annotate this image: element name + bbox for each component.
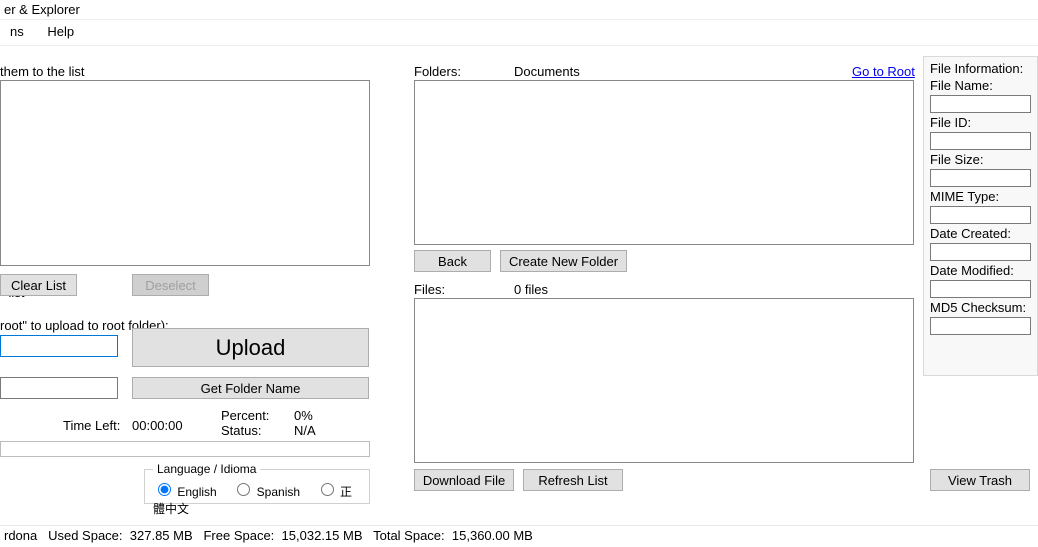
- status-used-value: 327.85 MB: [130, 528, 193, 543]
- status-user: rdona: [4, 528, 37, 543]
- time-left-label: Time Left:: [63, 418, 120, 433]
- language-group: Language / Idioma English Spanish 正體中文: [144, 462, 370, 504]
- md5-label: MD5 Checksum:: [930, 300, 1031, 315]
- language-legend: Language / Idioma: [153, 462, 260, 476]
- window-title: er & Explorer: [4, 2, 80, 17]
- file-id-value[interactable]: [930, 132, 1031, 150]
- file-size-label: File Size:: [930, 152, 1031, 167]
- refresh-list-button[interactable]: Refresh List: [523, 469, 623, 491]
- status-used-label: Used Space:: [48, 528, 122, 543]
- get-folder-name-button[interactable]: Get Folder Name: [132, 377, 369, 399]
- folders-label: Folders:: [414, 64, 461, 79]
- target-folder-input[interactable]: [0, 335, 118, 357]
- deselect-button: Deselect: [132, 274, 209, 296]
- lang-spanish-radio[interactable]: Spanish: [232, 485, 300, 499]
- status-total-value: 15,360.00 MB: [452, 528, 533, 543]
- drop-files-hint: them to the list: [0, 64, 85, 79]
- lang-english-radio[interactable]: English: [153, 485, 217, 499]
- date-created-value[interactable]: [930, 243, 1031, 261]
- upload-file-list[interactable]: [0, 80, 370, 266]
- percent-value: 0%: [294, 408, 313, 423]
- mime-type-value[interactable]: [930, 206, 1031, 224]
- menu-bar: ns Help: [0, 20, 1038, 46]
- current-folder-name: Documents: [514, 64, 580, 79]
- upload-button[interactable]: Upload: [132, 328, 369, 367]
- md5-value[interactable]: [930, 317, 1031, 335]
- status-free-label: Free Space:: [203, 528, 274, 543]
- files-count: 0 files: [514, 282, 548, 297]
- progress-bar: [0, 441, 370, 457]
- folders-listbox[interactable]: [414, 80, 914, 245]
- clear-list-button[interactable]: Clear List: [0, 274, 77, 296]
- go-to-root-link[interactable]: Go to Root: [852, 64, 915, 79]
- mime-type-label: MIME Type:: [930, 189, 1031, 204]
- files-label: Files:: [414, 282, 445, 297]
- date-created-label: Date Created:: [930, 226, 1031, 241]
- window-title-bar: er & Explorer: [0, 0, 1038, 20]
- create-new-folder-button[interactable]: Create New Folder: [500, 250, 627, 272]
- folder-name-output[interactable]: [0, 377, 118, 399]
- view-trash-button[interactable]: View Trash: [930, 469, 1030, 491]
- status-bar: rdona Used Space: 327.85 MB Free Space: …: [0, 525, 1038, 547]
- file-info-panel: File Information: File Name: File ID: Fi…: [923, 56, 1038, 376]
- file-info-heading: File Information:: [930, 61, 1031, 76]
- percent-label: Percent:: [221, 408, 269, 423]
- menu-item-help[interactable]: Help: [37, 24, 84, 39]
- date-modified-value[interactable]: [930, 280, 1031, 298]
- status-free-value: 15,032.15 MB: [282, 528, 363, 543]
- status-label: Status:: [221, 423, 261, 438]
- file-name-value[interactable]: [930, 95, 1031, 113]
- files-listbox[interactable]: [414, 298, 914, 463]
- status-total-label: Total Space:: [373, 528, 445, 543]
- download-file-button[interactable]: Download File: [414, 469, 514, 491]
- file-id-label: File ID:: [930, 115, 1031, 130]
- back-button[interactable]: Back: [414, 250, 491, 272]
- status-value: N/A: [294, 423, 316, 438]
- menu-item-options[interactable]: ns: [0, 24, 34, 39]
- date-modified-label: Date Modified:: [930, 263, 1031, 278]
- time-left-value: 00:00:00: [132, 418, 183, 433]
- file-name-label: File Name:: [930, 78, 1031, 93]
- file-size-value[interactable]: [930, 169, 1031, 187]
